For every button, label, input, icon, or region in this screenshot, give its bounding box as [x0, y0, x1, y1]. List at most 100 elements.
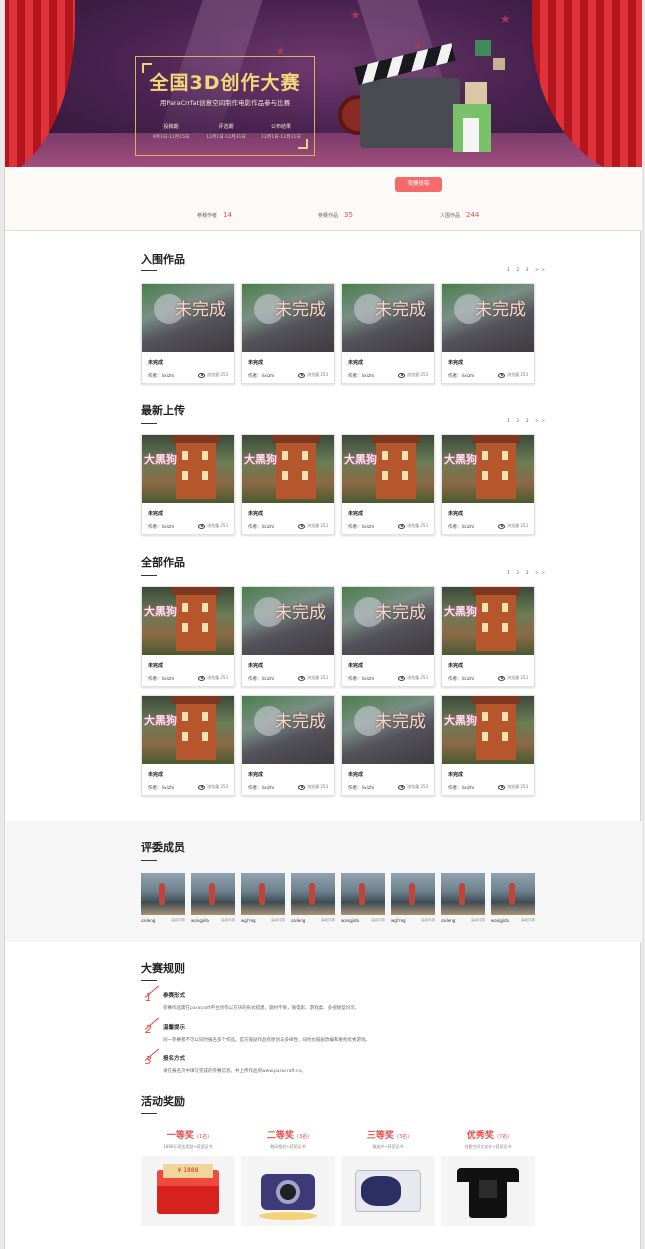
work-card[interactable]: 大黑狗 未完成 作者：lixizhi 浏览量 253 [241, 434, 335, 535]
work-card[interactable]: 大黑狗 未完成 作者：lixizhi 浏览量 253 [141, 586, 235, 687]
page-link[interactable]: 1 [507, 268, 512, 273]
work-thumbnail[interactable]: 大黑狗 [142, 696, 234, 764]
thumbnail-caption: 未完成 [375, 712, 426, 732]
next-page-link[interactable]: >> [535, 419, 548, 424]
work-card[interactable]: 大黑狗 未完成 作者：lixizhi 浏览量 253 [141, 434, 235, 535]
page-link[interactable]: 2 [516, 571, 521, 576]
work-thumbnail[interactable]: 未完成 [342, 587, 434, 655]
work-card[interactable]: 未完成 未完成 作者：lixizhi 浏览量 253 [241, 283, 335, 384]
window-decoration [182, 623, 188, 632]
rule-description: 请在报名页中填写完成的参赛信息，并上传作品到www.paracraft.cn。 [163, 1069, 306, 1074]
work-author: 作者：lixizhi [248, 677, 275, 682]
judge-card[interactable]: wgl'reg 高级评委 [391, 873, 435, 923]
window-decoration [402, 471, 408, 480]
judge-card[interactable]: wangjida 高级评委 [341, 873, 385, 923]
work-thumbnail[interactable]: 大黑狗 [242, 435, 334, 503]
work-author: 作者：lixizhi [148, 677, 175, 682]
work-card[interactable]: 大黑狗 未完成 作者：lixizhi 浏览量 253 [441, 695, 535, 796]
judge-avatar[interactable] [241, 873, 285, 915]
page-link[interactable]: 3 [526, 571, 531, 576]
judge-card[interactable]: wangjida 高级评委 [191, 873, 235, 923]
work-thumbnail[interactable]: 大黑狗 [142, 587, 234, 655]
camera-lens [276, 1180, 300, 1204]
views-count: 253 [320, 675, 328, 680]
work-thumbnail[interactable]: 未完成 [342, 696, 434, 764]
work-thumbnail[interactable]: 未完成 [342, 284, 434, 352]
judge-avatar[interactable] [491, 873, 535, 915]
work-title[interactable]: 未完成 [448, 510, 463, 517]
work-thumbnail[interactable]: 大黑狗 [142, 435, 234, 503]
judge-card[interactable]: wgl'reg 高级评委 [241, 873, 285, 923]
work-card[interactable]: 未完成 未完成 作者：lixizhi 浏览量 253 [141, 283, 235, 384]
page-link[interactable]: 2 [516, 419, 521, 424]
work-title[interactable]: 未完成 [248, 771, 263, 778]
judge-avatar[interactable] [141, 873, 185, 915]
work-title[interactable]: 未完成 [248, 359, 263, 366]
work-title[interactable]: 未完成 [148, 359, 163, 366]
work-thumbnail[interactable]: 大黑狗 [442, 696, 534, 764]
prize-second: 二等奖 (3名) 数码相机+获奖证书 [241, 1128, 335, 1226]
pagination-all[interactable]: 1 2 3 >> [507, 571, 547, 576]
pagination-latest[interactable]: 1 2 3 >> [507, 419, 547, 424]
next-page-link[interactable]: >> [535, 571, 548, 576]
judge-card[interactable]: saileng 高级评委 [291, 873, 335, 923]
work-title[interactable]: 未完成 [348, 771, 363, 778]
page-link[interactable]: 2 [516, 268, 521, 273]
work-card[interactable]: 未完成 未完成 作者：lixizhi 浏览量 253 [341, 283, 435, 384]
work-thumbnail[interactable]: 未完成 [242, 284, 334, 352]
work-title[interactable]: 未完成 [148, 662, 163, 669]
views-count: 253 [220, 523, 228, 528]
next-page-link[interactable]: >> [535, 268, 548, 273]
work-thumbnail[interactable]: 未完成 [242, 587, 334, 655]
work-card[interactable]: 未完成 未完成 作者：lixizhi 浏览量 253 [241, 586, 335, 687]
work-views: 浏览量 253 [398, 372, 428, 378]
work-thumbnail[interactable]: 大黑狗 [442, 587, 534, 655]
judge-avatar[interactable] [291, 873, 335, 915]
work-thumbnail[interactable]: 未完成 [442, 284, 534, 352]
work-card[interactable]: 未完成 未完成 作者：lixizhi 浏览量 253 [241, 695, 335, 796]
judge-card[interactable]: wangjida 高级评委 [491, 873, 535, 923]
page-link[interactable]: 3 [526, 419, 531, 424]
work-title[interactable]: 未完成 [348, 359, 363, 366]
judge-avatar[interactable] [191, 873, 235, 915]
judge-avatar[interactable] [391, 873, 435, 915]
red-envelope-icon: ¥ 1888 [141, 1156, 235, 1226]
work-title[interactable]: 未完成 [248, 662, 263, 669]
work-title[interactable]: 未完成 [348, 662, 363, 669]
page-link[interactable]: 1 [507, 419, 512, 424]
page-link[interactable]: 1 [507, 571, 512, 576]
window-decoration [402, 451, 408, 460]
work-card[interactable]: 未完成 未完成 作者：lixizhi 浏览量 253 [341, 586, 435, 687]
judge-card[interactable]: saileng 高级评委 [441, 873, 485, 923]
house-illustration [472, 435, 520, 499]
work-title[interactable]: 未完成 [448, 771, 463, 778]
work-card[interactable]: 未完成 未完成 作者：lixizhi 浏览量 253 [441, 283, 535, 384]
work-card[interactable]: 大黑狗 未完成 作者：lixizhi 浏览量 253 [441, 434, 535, 535]
clapperboard-illustration [360, 78, 460, 148]
work-card[interactable]: 大黑狗 未完成 作者：lixizhi 浏览量 253 [341, 434, 435, 535]
judge-avatar[interactable] [441, 873, 485, 915]
judge-avatar[interactable] [341, 873, 385, 915]
views-label: 浏览量 [307, 784, 320, 789]
work-thumbnail[interactable]: 未完成 [142, 284, 234, 352]
submit-work-button[interactable]: 我要投稿 [395, 177, 442, 192]
work-title[interactable]: 未完成 [248, 510, 263, 517]
phase-review: 评选期 12月1日-12月31日 [201, 123, 251, 140]
work-thumbnail[interactable]: 未完成 [242, 696, 334, 764]
work-card[interactable]: 未完成 未完成 作者：lixizhi 浏览量 253 [341, 695, 435, 796]
work-thumbnail[interactable]: 大黑狗 [442, 435, 534, 503]
work-card[interactable]: 大黑狗 未完成 作者：lixizhi 浏览量 253 [141, 695, 235, 796]
eye-icon [298, 372, 306, 378]
work-thumbnail[interactable]: 大黑狗 [342, 435, 434, 503]
work-title[interactable]: 未完成 [148, 771, 163, 778]
pagination-finalists[interactable]: 1 2 3 >> [507, 268, 547, 273]
star-icon: ★ [500, 12, 511, 26]
work-title[interactable]: 未完成 [148, 510, 163, 517]
judge-card[interactable]: saileng 高级评委 [141, 873, 185, 923]
work-title[interactable]: 未完成 [348, 510, 363, 517]
work-title[interactable]: 未完成 [448, 662, 463, 669]
work-card[interactable]: 大黑狗 未完成 作者：lixizhi 浏览量 253 [441, 586, 535, 687]
work-title[interactable]: 未完成 [448, 359, 463, 366]
page-link[interactable]: 3 [526, 268, 531, 273]
eye-icon [498, 523, 506, 529]
